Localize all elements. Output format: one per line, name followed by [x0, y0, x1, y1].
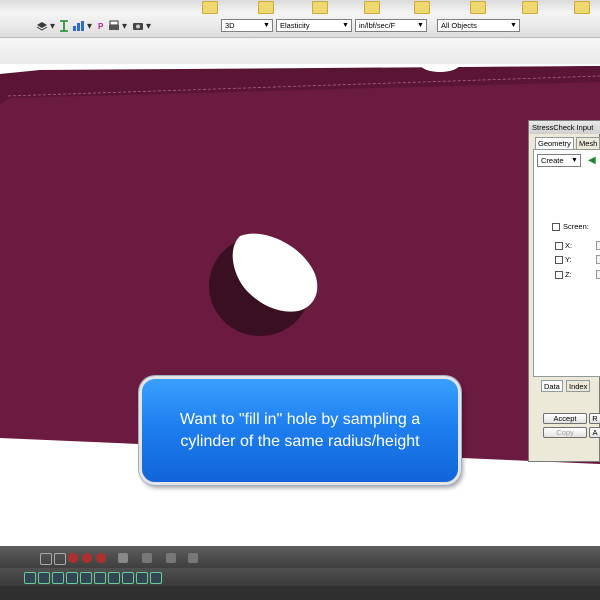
dropdown-arrow-icon[interactable]: ▾ — [122, 19, 127, 33]
view-mode-select[interactable]: 3D ▼ — [221, 19, 273, 32]
toolbar-secondary-strip — [0, 38, 600, 65]
grid-icon[interactable] — [150, 572, 162, 584]
grid-icon[interactable] — [122, 572, 134, 584]
chart-icon[interactable] — [72, 19, 86, 33]
x-label: X: — [565, 241, 573, 250]
callout-line-1: Want to "fill in" hole by sampling a — [179, 410, 421, 428]
annotation-callout: Want to "fill in" hole by sampling a cyl… — [139, 376, 461, 485]
folder-icon[interactable] — [522, 1, 538, 14]
bottom-toolbar-secondary — [0, 568, 600, 586]
accept-button[interactable]: Accept — [543, 413, 587, 424]
copy-button[interactable]: Copy — [543, 427, 587, 438]
chevron-down-icon: ▼ — [571, 157, 578, 164]
delete-icon[interactable] — [68, 553, 78, 563]
objects-select[interactable]: All Objects ▼ — [437, 19, 520, 32]
action-select[interactable]: Create ▼ — [537, 154, 581, 167]
tab-index[interactable]: Index — [566, 380, 591, 392]
analysis-select[interactable]: Elasticity ▼ — [276, 19, 352, 32]
view-mode-value: 3D — [225, 21, 235, 30]
top-strip — [0, 0, 600, 14]
y-checkbox[interactable] — [555, 256, 563, 264]
tool-icon[interactable] — [188, 553, 198, 563]
grid-icon[interactable] — [24, 572, 36, 584]
x-input[interactable] — [596, 241, 600, 250]
undo-icon[interactable] — [40, 553, 52, 565]
delete-icon[interactable] — [82, 553, 92, 563]
grid-icon[interactable] — [136, 572, 148, 584]
layer-icon[interactable] — [36, 19, 48, 33]
y-label: Y: — [565, 255, 572, 264]
folder-icon[interactable] — [312, 1, 328, 14]
units-value: in/lbf/sec/F — [359, 21, 396, 30]
folder-icon[interactable] — [470, 1, 486, 14]
z-checkbox[interactable] — [555, 271, 563, 279]
dropdown-arrow-icon[interactable]: ▾ — [146, 19, 151, 33]
folder-icon[interactable] — [574, 1, 590, 14]
main-toolbar: ▾ ▾ P ▾ ▾ 3D ▼ Elasticity ▼ in/lbf/sec/F… — [0, 14, 600, 38]
screen-label: Screen: — [563, 222, 589, 231]
panel-title[interactable]: StressCheck Input — [529, 121, 600, 134]
x-checkbox[interactable] — [555, 242, 563, 250]
units-select[interactable]: in/lbf/sec/F ▼ — [355, 19, 427, 32]
a-button[interactable]: A — [589, 427, 600, 438]
tab-mesh[interactable]: Mesh — [576, 137, 600, 149]
analysis-value: Elasticity — [280, 21, 310, 30]
grid-icon[interactable] — [108, 572, 120, 584]
tool-icon[interactable] — [118, 553, 128, 563]
status-strip — [0, 586, 600, 600]
p-marker-icon[interactable]: P — [98, 19, 103, 33]
folder-icon[interactable] — [202, 1, 218, 14]
folder-icon[interactable] — [364, 1, 380, 14]
tab-data[interactable]: Data — [541, 380, 563, 392]
grid-icon[interactable] — [38, 572, 50, 584]
camera-icon[interactable] — [132, 19, 144, 33]
z-input[interactable] — [596, 270, 600, 279]
dropdown-arrow-icon[interactable]: ▾ — [50, 19, 55, 33]
chevron-down-icon: ▼ — [342, 22, 349, 29]
grid-icon[interactable] — [94, 572, 106, 584]
stresscheck-input-panel: StressCheck Input Geometry Mesh Create ▼… — [528, 120, 600, 462]
chevron-down-icon: ▼ — [263, 22, 270, 29]
bottom-toolbar — [0, 546, 600, 568]
dimension-icon[interactable] — [59, 19, 69, 33]
delete-icon[interactable] — [96, 553, 106, 563]
callout-line-2: cylinder of the same radius/height — [180, 432, 420, 450]
action-value: Create — [541, 156, 564, 165]
dropdown-arrow-icon[interactable]: ▾ — [87, 19, 92, 33]
grid-icon[interactable] — [52, 572, 64, 584]
tool-icon[interactable] — [142, 553, 152, 563]
folder-icon[interactable] — [258, 1, 274, 14]
redo-icon[interactable] — [54, 553, 66, 565]
tool-icon[interactable] — [166, 553, 176, 563]
print-icon[interactable] — [108, 19, 120, 33]
panel-body: Create ▼ ◀ Screen: X: Y: Z: — [533, 149, 600, 377]
r-button[interactable]: R — [589, 413, 600, 424]
chevron-down-icon: ▼ — [510, 22, 517, 29]
chevron-down-icon: ▼ — [417, 22, 424, 29]
objects-value: All Objects — [441, 21, 477, 30]
folder-icon[interactable] — [414, 1, 430, 14]
tab-geometry[interactable]: Geometry — [535, 137, 574, 149]
screen-checkbox[interactable] — [552, 223, 560, 231]
grid-icon[interactable] — [66, 572, 78, 584]
grid-icon[interactable] — [80, 572, 92, 584]
z-label: Z: — [565, 270, 572, 279]
arrow-back-icon[interactable]: ◀ — [588, 153, 596, 167]
y-input[interactable] — [596, 255, 600, 264]
